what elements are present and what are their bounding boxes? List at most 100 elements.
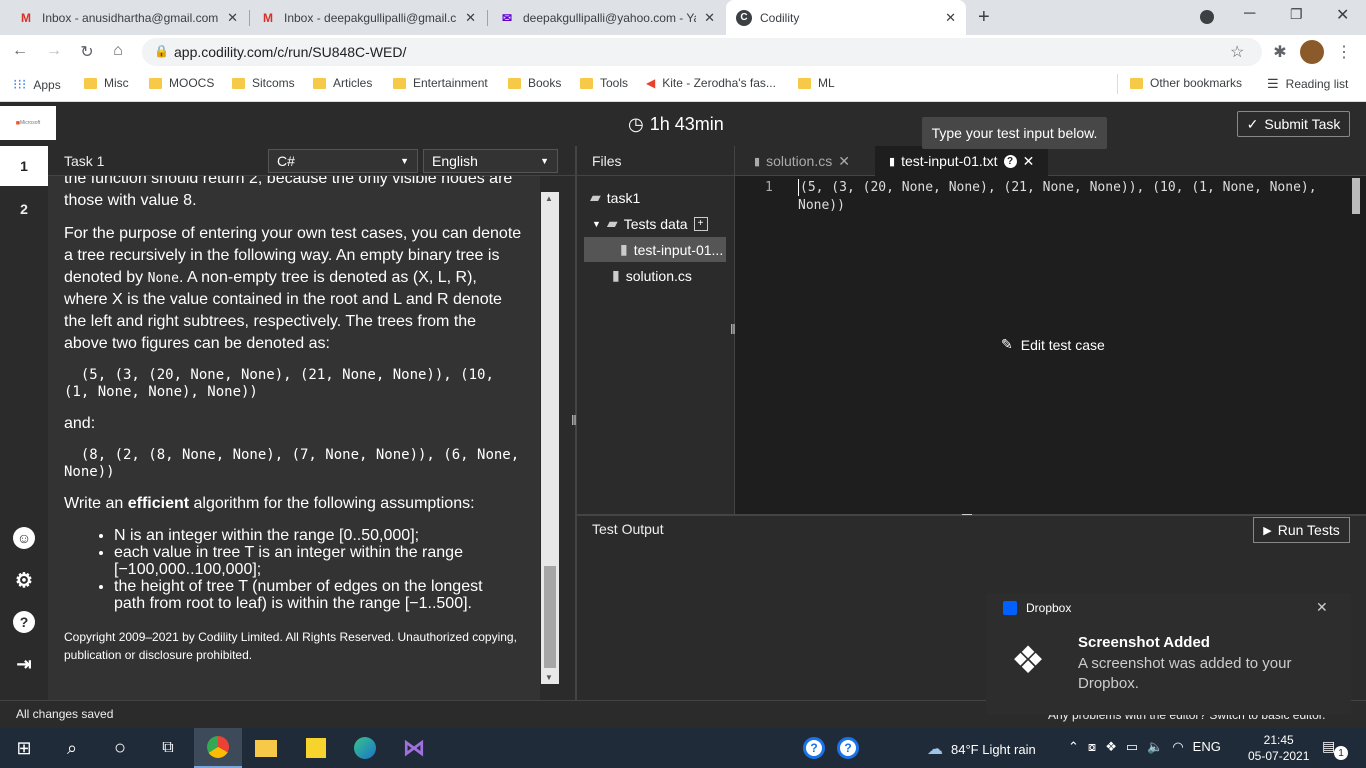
bookmark-books[interactable]: Books: [508, 76, 561, 90]
task-number-1[interactable]: 1: [0, 146, 48, 186]
scroll-up-icon[interactable]: ▲: [545, 194, 553, 203]
settings-gear-icon[interactable]: ⚙: [13, 569, 35, 592]
browser-tab-gmail-1[interactable]: M Inbox - anusidhartha@gmail.com ✕: [8, 0, 248, 35]
chevron-up-icon[interactable]: ⌃: [1068, 739, 1079, 755]
scroll-down-icon[interactable]: ▼: [545, 673, 553, 682]
system-tray[interactable]: ⌃ ⧇ ❖ ▭ 🔈 ◠ ENG: [1068, 739, 1221, 755]
reading-list[interactable]: ☰ Reading list: [1267, 76, 1348, 92]
accessibility-icon[interactable]: ☺: [13, 527, 35, 549]
bookmark-entertainment[interactable]: Entertainment: [393, 76, 488, 90]
tab-solution-cs[interactable]: ▮ solution.cs ✕: [740, 146, 864, 176]
close-tab-icon[interactable]: ✕: [465, 10, 476, 26]
forward-icon[interactable]: →: [44, 42, 64, 60]
programming-language-select[interactable]: C# ▼: [268, 149, 418, 173]
file-icon: ▮: [620, 241, 628, 257]
drag-handle-icon[interactable]: ‖: [571, 412, 577, 428]
exit-icon[interactable]: ⇥: [13, 653, 35, 675]
new-tab-icon[interactable]: +: [978, 6, 990, 29]
bookmark-label: Entertainment: [413, 76, 488, 90]
company-logo: ■ Microsoft: [0, 106, 56, 140]
browser-tab-strip: M Inbox - anusidhartha@gmail.com ✕ M Inb…: [0, 0, 1366, 35]
code-editor[interactable]: 1 (5, (3, (20, None, None), (21, None, N…: [735, 176, 1366, 514]
folder-tests-data[interactable]: ▼ ▰ Tests data +: [592, 215, 708, 232]
help-icon[interactable]: ?: [1003, 154, 1017, 168]
menu-kebab-icon[interactable]: ⋮: [1334, 42, 1354, 62]
tab-test-input[interactable]: ▮ test-input-01.txt? ✕: [875, 146, 1049, 176]
minimize-icon[interactable]: ─: [1244, 5, 1255, 23]
close-tab-icon[interactable]: ✕: [945, 10, 956, 26]
close-window-icon[interactable]: ✕: [1336, 5, 1349, 25]
folder-icon: [508, 77, 521, 89]
sticky-notes-icon[interactable]: [292, 728, 340, 768]
assumptions-list: N is an integer within the range [0..50,…: [114, 527, 524, 612]
folder-icon: [580, 77, 593, 89]
restore-icon[interactable]: ❐: [1290, 6, 1303, 23]
notification-count: 1: [1334, 746, 1348, 760]
file-test-input[interactable]: ▮ test-input-01...: [620, 241, 723, 258]
close-tab-icon[interactable]: ✕: [227, 10, 238, 26]
folder-icon: [255, 739, 277, 757]
volume-icon[interactable]: 🔈: [1147, 739, 1163, 755]
check-icon: ✓: [1246, 115, 1259, 132]
bookmark-other[interactable]: Other bookmarks: [1130, 76, 1242, 90]
help-icon[interactable]: ?: [13, 611, 35, 633]
language-indicator[interactable]: ENG: [1193, 739, 1221, 755]
bookmark-apps[interactable]: ⁝⁝⁝ Apps: [13, 76, 61, 93]
cortana-icon[interactable]: ○: [96, 728, 144, 768]
bookmark-articles[interactable]: Articles: [313, 76, 372, 90]
search-icon[interactable]: ⌕: [48, 728, 96, 768]
edit-test-case-link[interactable]: ✎ Edit test case: [1001, 336, 1105, 353]
bookmark-label: Articles: [333, 76, 373, 90]
bookmark-tools[interactable]: Tools: [580, 76, 628, 90]
browser-tab-yahoo[interactable]: ✉ deepakgullipalli@yahoo.com - Ya ✕: [489, 0, 725, 35]
chrome-taskbar-icon[interactable]: [194, 728, 242, 768]
bookmark-kite[interactable]: ◀ Kite - Zerodha's fas...: [646, 76, 776, 90]
close-tab-icon[interactable]: ✕: [704, 10, 715, 26]
bookmark-sitcoms[interactable]: Sitcoms: [232, 76, 295, 90]
back-icon[interactable]: ←: [10, 42, 30, 60]
address-bar[interactable]: 🔒 app.codility.com/c/run/SU848C-WED/ ☆: [142, 38, 1262, 66]
dropbox-tray-icon[interactable]: ❖: [1105, 739, 1117, 755]
clock[interactable]: 21:45 05-07-2021: [1248, 732, 1309, 764]
human-language-select[interactable]: English ▼: [423, 149, 558, 173]
help-app-icon-2[interactable]: ?: [824, 728, 872, 768]
add-file-icon[interactable]: +: [693, 216, 708, 231]
extensions-icon[interactable]: ✱: [1270, 42, 1290, 62]
bookmark-moocs[interactable]: MOOCS: [149, 76, 214, 90]
run-tests-button[interactable]: ▶ Run Tests: [1253, 517, 1350, 543]
tab-label: test-input-01.txt: [901, 153, 998, 169]
play-icon: ▶: [1263, 524, 1272, 537]
close-tab-icon[interactable]: ✕: [1023, 153, 1035, 170]
wifi-icon[interactable]: ◠: [1172, 739, 1183, 755]
task-number-2[interactable]: 2: [0, 189, 48, 229]
browser-tab-gmail-2[interactable]: M Inbox - deepakgullipalli@gmail.c ✕: [250, 0, 486, 35]
battery-icon[interactable]: ▭: [1126, 739, 1138, 755]
bookmark-ml[interactable]: ML: [798, 76, 835, 90]
file-explorer-icon[interactable]: [242, 728, 290, 768]
weather-widget[interactable]: ☁ 84°F Light rain: [927, 739, 1036, 759]
browser-tab-codility[interactable]: C Codility ✕: [726, 0, 966, 35]
task-view-icon[interactable]: ⧉: [144, 728, 192, 768]
visual-studio-icon[interactable]: ⋈: [390, 728, 438, 768]
tab-search-icon[interactable]: [1200, 10, 1214, 24]
folder-label: Tests data: [623, 215, 688, 232]
bookmark-misc[interactable]: Misc: [84, 76, 129, 90]
close-tab-icon[interactable]: ✕: [838, 153, 850, 170]
profile-avatar[interactable]: [1300, 40, 1324, 64]
dropbox-notification[interactable]: Dropbox ✕ ❖ Screenshot Added A screensho…: [986, 593, 1351, 715]
close-toast-icon[interactable]: ✕: [1316, 599, 1328, 616]
gmail-icon: M: [263, 10, 273, 25]
editor-scrollbar-thumb[interactable]: [1352, 178, 1360, 214]
meet-now-icon[interactable]: ⧇: [1088, 739, 1096, 755]
home-icon[interactable]: ⌂: [108, 42, 128, 60]
bookmark-star-icon[interactable]: ☆: [1230, 42, 1244, 62]
file-solution[interactable]: ▮ solution.cs: [612, 267, 692, 284]
notification-center-icon[interactable]: ▤ 1: [1322, 738, 1348, 760]
scrollbar-thumb[interactable]: [544, 566, 556, 668]
submit-task-button[interactable]: ✓ Submit Task: [1237, 111, 1350, 137]
edge-icon[interactable]: [341, 728, 389, 768]
code-line-wrap: None)): [798, 198, 845, 213]
reload-icon[interactable]: ↻: [77, 42, 97, 62]
folder-task1[interactable]: ▰ task1: [590, 189, 640, 206]
windows-start-icon[interactable]: ⊞: [0, 728, 48, 768]
